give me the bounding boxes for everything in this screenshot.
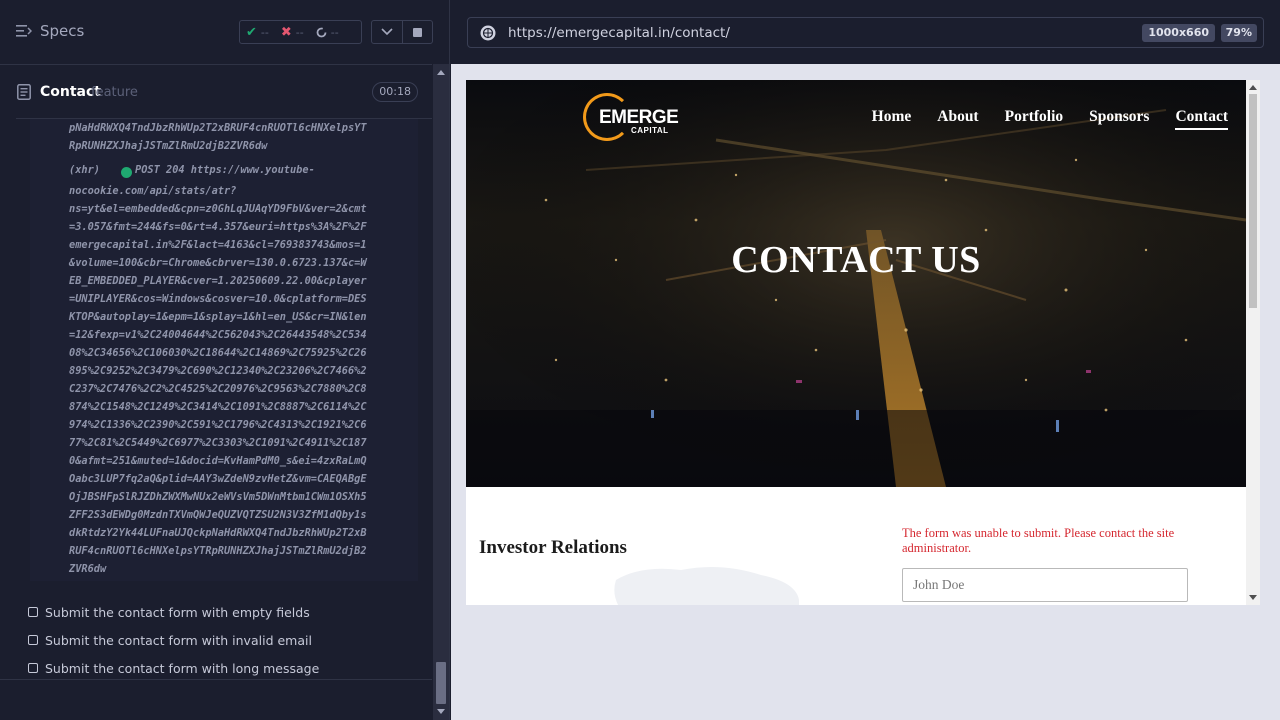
section-title: Investor Relations xyxy=(479,537,627,558)
test-title: Submit the contact form with long messag… xyxy=(45,660,320,676)
aut-iframe: EMERGE CAPITAL Home About Portfolio Spon… xyxy=(466,80,1260,605)
specs-button[interactable]: Specs xyxy=(16,22,84,40)
url-bar[interactable]: https://emergecapital.in/contact/ 1000x6… xyxy=(467,17,1264,48)
test-title: Submit the contact form with empty field… xyxy=(45,604,310,620)
nav-about[interactable]: About xyxy=(937,108,978,126)
failed-count: -- xyxy=(295,25,304,39)
pending-circle-icon xyxy=(316,27,327,37)
run-stats: ✔ -- ✖ -- -- xyxy=(239,20,362,44)
run-controls xyxy=(371,20,433,44)
iframe-scrollbar[interactable] xyxy=(1246,80,1260,605)
reporter-header: Specs ✔ -- ✖ -- -- xyxy=(0,0,433,64)
scroll-down-icon[interactable] xyxy=(1249,595,1257,600)
failed-stat: ✖ -- xyxy=(275,25,310,40)
checkbox-icon xyxy=(28,663,38,673)
xhr-request-url: nocookie.com/api/stats/atr? ns=yt&el=emb… xyxy=(69,185,367,575)
scroll-down-icon[interactable] xyxy=(437,709,445,714)
hero-section: EMERGE CAPITAL Home About Portfolio Spon… xyxy=(466,80,1246,487)
stop-icon xyxy=(412,27,422,37)
checkbox-icon xyxy=(28,635,38,645)
reporter-scrollbar[interactable] xyxy=(433,64,449,720)
passed-stat: ✔ -- xyxy=(240,25,275,40)
nav-contact[interactable]: Contact xyxy=(1175,108,1228,130)
duration-badge: 00:18 xyxy=(372,82,418,102)
aut-header: https://emergecapital.in/contact/ 1000x6… xyxy=(451,0,1280,64)
pending-stat: -- xyxy=(310,26,345,39)
name-field[interactable] xyxy=(902,568,1188,602)
runnable-kind: feature xyxy=(91,85,138,100)
checkbox-icon xyxy=(28,607,38,617)
reporter-pane: Specs ✔ -- ✖ -- -- Contact feature 00:18… xyxy=(0,0,450,720)
check-icon: ✔ xyxy=(246,24,257,40)
nav-home[interactable]: Home xyxy=(872,108,912,126)
test-list: Submit the contact form with empty field… xyxy=(28,598,319,682)
chevron-down-icon xyxy=(381,28,393,36)
log-tail-text: pNaHdRWXQ4TndJbzRhWUp2T2xBRUF4cnRUOTl6cH… xyxy=(69,122,367,152)
xhr-request-line[interactable]: POST 204 https://www.youtube- xyxy=(135,164,315,176)
scroll-up-icon[interactable] xyxy=(1249,85,1257,90)
status-dot-icon xyxy=(121,167,132,178)
pending-count: -- xyxy=(330,25,339,39)
form-error-message: The form was unable to submit. Please co… xyxy=(902,526,1175,555)
specs-list-icon xyxy=(16,25,32,37)
cypress-runner: Specs ✔ -- ✖ -- -- Contact feature 00:18… xyxy=(0,0,1280,720)
nav-sponsors[interactable]: Sponsors xyxy=(1089,108,1149,126)
zoom-badge: 79% xyxy=(1220,24,1257,42)
aut-pane: https://emergecapital.in/contact/ 1000x6… xyxy=(451,0,1280,720)
document-icon xyxy=(17,84,31,100)
runnable-header[interactable]: Contact feature 00:18 xyxy=(16,78,418,106)
test-item[interactable]: Submit the contact form with long messag… xyxy=(28,654,319,682)
globe-icon xyxy=(480,25,496,41)
passed-count: -- xyxy=(260,25,269,39)
aut-url[interactable]: https://emergecapital.in/contact/ xyxy=(508,25,730,41)
contact-section: Investor Relations The form was unable t… xyxy=(466,487,1246,605)
nav-portfolio[interactable]: Portfolio xyxy=(1005,108,1064,126)
command-log: pNaHdRWXQ4TndJbzRhWUp2T2xBRUF4cnRUOTl6cH… xyxy=(30,119,418,581)
hero-title: CONTACT US xyxy=(731,239,981,281)
world-map-graphic xyxy=(614,566,799,605)
scroll-thumb[interactable] xyxy=(436,662,446,704)
xhr-label: (xhr) xyxy=(69,164,100,176)
test-title: Submit the contact form with invalid ema… xyxy=(45,632,312,648)
test-item[interactable]: Submit the contact form with invalid ema… xyxy=(28,626,319,654)
test-item[interactable]: Submit the contact form with empty field… xyxy=(28,598,319,626)
scroll-up-icon[interactable] xyxy=(437,70,445,75)
cross-icon: ✖ xyxy=(280,24,292,40)
logo-subtext: CAPITAL xyxy=(631,126,669,135)
header-divider xyxy=(0,64,432,65)
viewport-badge[interactable]: 1000x660 xyxy=(1142,24,1215,42)
footer-divider xyxy=(0,679,432,680)
stop-button[interactable] xyxy=(401,21,433,43)
collapse-button[interactable] xyxy=(372,21,402,43)
specs-label: Specs xyxy=(40,22,85,40)
scroll-thumb[interactable] xyxy=(1249,94,1257,308)
emerge-logo[interactable]: EMERGE CAPITAL xyxy=(583,93,679,143)
site-nav: Home About Portfolio Sponsors Contact xyxy=(872,108,1228,130)
